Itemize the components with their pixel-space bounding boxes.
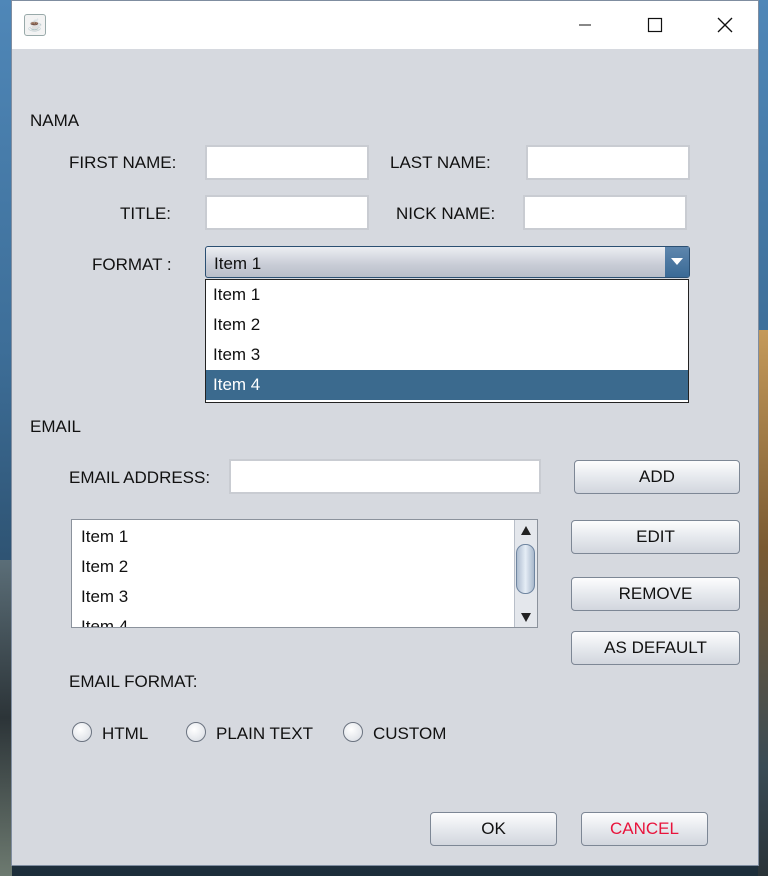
email-address-field[interactable]	[229, 459, 541, 494]
format-label: FORMAT :	[92, 255, 172, 274]
radio-plain-text[interactable]	[186, 722, 206, 742]
format-selected-value: Item 1	[214, 254, 262, 273]
format-option[interactable]: Item 1	[206, 280, 688, 310]
desktop-background-right	[758, 330, 768, 876]
scroll-down-arrow-icon[interactable]	[515, 607, 537, 627]
cancel-button[interactable]: CANCEL	[581, 812, 708, 846]
title-label: TITLE:	[120, 204, 172, 223]
list-item[interactable]: Item 3	[72, 582, 537, 612]
maximize-button[interactable]	[632, 1, 678, 49]
nama-heading: NAMA	[30, 111, 80, 130]
minimize-button[interactable]	[562, 1, 608, 49]
email-heading: EMAIL	[30, 417, 82, 436]
format-option[interactable]: Item 3	[206, 340, 688, 370]
radio-html-label[interactable]: HTML	[102, 724, 148, 744]
add-button[interactable]: ADD	[574, 460, 740, 494]
as-default-button[interactable]: AS DEFAULT	[571, 631, 740, 665]
java-cup-icon: ☕	[24, 14, 46, 36]
edit-button[interactable]: EDIT	[571, 520, 740, 554]
minimize-icon	[579, 24, 591, 26]
list-item[interactable]: Item 1	[72, 522, 537, 552]
nick-name-field[interactable]	[523, 195, 687, 230]
dialog-window: ☕ NAMA FIRST NAME: LAST NAME: TITLE: NIC…	[11, 0, 759, 866]
format-option[interactable]: Item 2	[206, 310, 688, 340]
format-dropdown-list: Item 1 Item 2 Item 3 Item 4	[205, 279, 689, 403]
scroll-up-arrow-icon[interactable]	[515, 520, 537, 540]
scroll-thumb[interactable]	[516, 544, 535, 594]
email-address-label: EMAIL ADDRESS:	[69, 468, 211, 487]
first-name-label: FIRST NAME:	[69, 153, 177, 172]
last-name-field[interactable]	[526, 145, 690, 180]
last-name-label: LAST NAME:	[390, 153, 491, 172]
ok-button[interactable]: OK	[430, 812, 557, 846]
radio-custom[interactable]	[343, 722, 363, 742]
format-option-highlighted[interactable]: Item 4	[206, 370, 688, 400]
radio-plain-text-label[interactable]: PLAIN TEXT	[216, 724, 313, 744]
list-item[interactable]: Item 2	[72, 552, 537, 582]
title-bar: ☕	[12, 1, 758, 49]
close-icon	[717, 17, 733, 33]
maximize-icon	[647, 17, 663, 33]
email-list[interactable]: Item 1 Item 2 Item 3 Item 4	[71, 519, 538, 628]
close-button[interactable]	[702, 1, 748, 49]
email-format-label: EMAIL FORMAT:	[69, 672, 198, 691]
title-field[interactable]	[205, 195, 369, 230]
format-combobox[interactable]: Item 1	[205, 246, 690, 278]
list-item[interactable]: Item 4	[72, 612, 537, 627]
radio-custom-label[interactable]: CUSTOM	[373, 724, 446, 744]
chevron-down-icon[interactable]	[665, 247, 689, 277]
first-name-field[interactable]	[205, 145, 369, 180]
radio-html[interactable]	[72, 722, 92, 742]
remove-button[interactable]: REMOVE	[571, 577, 740, 611]
nick-name-label: NICK NAME:	[396, 204, 496, 223]
list-scrollbar[interactable]	[514, 520, 537, 627]
